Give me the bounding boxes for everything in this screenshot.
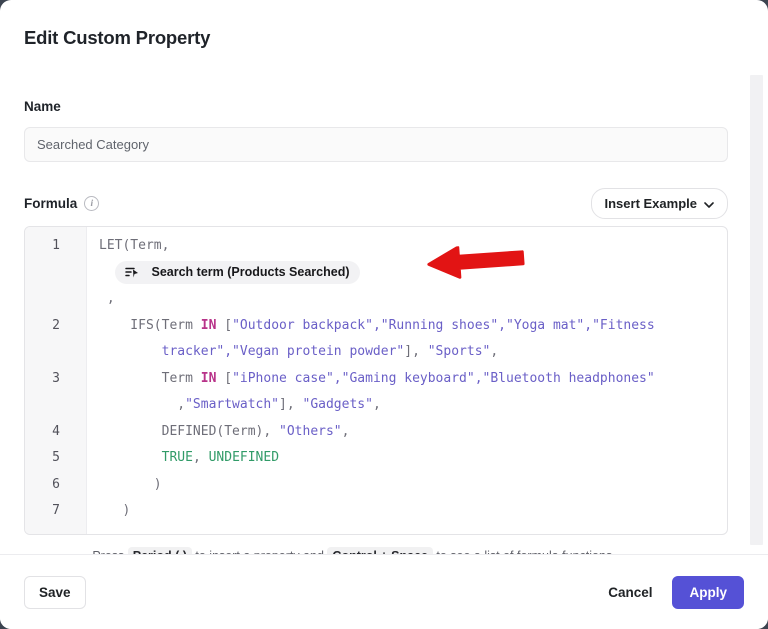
code-text: ) [87, 472, 162, 499]
code-text: IFS(Term IN ["Outdoor backpack","Running… [87, 313, 655, 366]
code-line: 5 TRUE, UNDEFINED [25, 445, 727, 472]
line-number: 4 [25, 419, 87, 446]
code-text: ) [87, 498, 130, 525]
line-number: 3 [25, 366, 87, 393]
line-number: 1 [25, 233, 87, 260]
save-button[interactable]: Save [24, 576, 86, 609]
property-chip-label: Search term (Products Searched) [152, 259, 350, 286]
apply-button[interactable]: Apply [672, 576, 744, 609]
property-chip[interactable]: Search term (Products Searched) [115, 261, 360, 284]
line-number: 6 [25, 472, 87, 499]
code-line: 3 Term IN ["iPhone case","Gaming keyboar… [25, 366, 727, 419]
scrollbar-track[interactable] [750, 75, 763, 545]
cancel-button[interactable]: Cancel [598, 577, 662, 608]
insert-example-label: Insert Example [605, 196, 698, 211]
code-line: 6 ) [25, 472, 727, 499]
line-number: 5 [25, 445, 87, 472]
chevron-down-icon [704, 196, 714, 211]
code-text: LET(Term, Search term (Products Searched… [87, 233, 360, 313]
name-label: Name [24, 99, 728, 114]
insert-example-button[interactable]: Insert Example [591, 188, 729, 219]
code-line: 1LET(Term, Search term (Products Searche… [25, 233, 727, 313]
dialog-footer: Save Cancel Apply [0, 554, 768, 629]
edit-custom-property-dialog: Edit Custom Property Name Formula i Inse… [0, 0, 768, 629]
formula-editor-lines: 1LET(Term, Search term (Products Searche… [25, 233, 727, 525]
name-input[interactable] [24, 127, 728, 162]
dialog-title: Edit Custom Property [24, 27, 728, 49]
formula-label: Formula [24, 196, 77, 211]
code-line: 2 IFS(Term IN ["Outdoor backpack","Runni… [25, 313, 727, 366]
formula-editor[interactable]: 1LET(Term, Search term (Products Searche… [24, 226, 728, 535]
code-text: Term IN ["iPhone case","Gaming keyboard"… [87, 366, 655, 419]
line-number: 2 [25, 313, 87, 340]
code-text: TRUE, UNDEFINED [87, 445, 279, 472]
line-number: 7 [25, 498, 87, 525]
info-icon[interactable]: i [84, 196, 99, 211]
code-line: 7 ) [25, 498, 727, 525]
code-text: DEFINED(Term), "Others", [87, 419, 349, 446]
code-line: 4 DEFINED(Term), "Others", [25, 419, 727, 446]
